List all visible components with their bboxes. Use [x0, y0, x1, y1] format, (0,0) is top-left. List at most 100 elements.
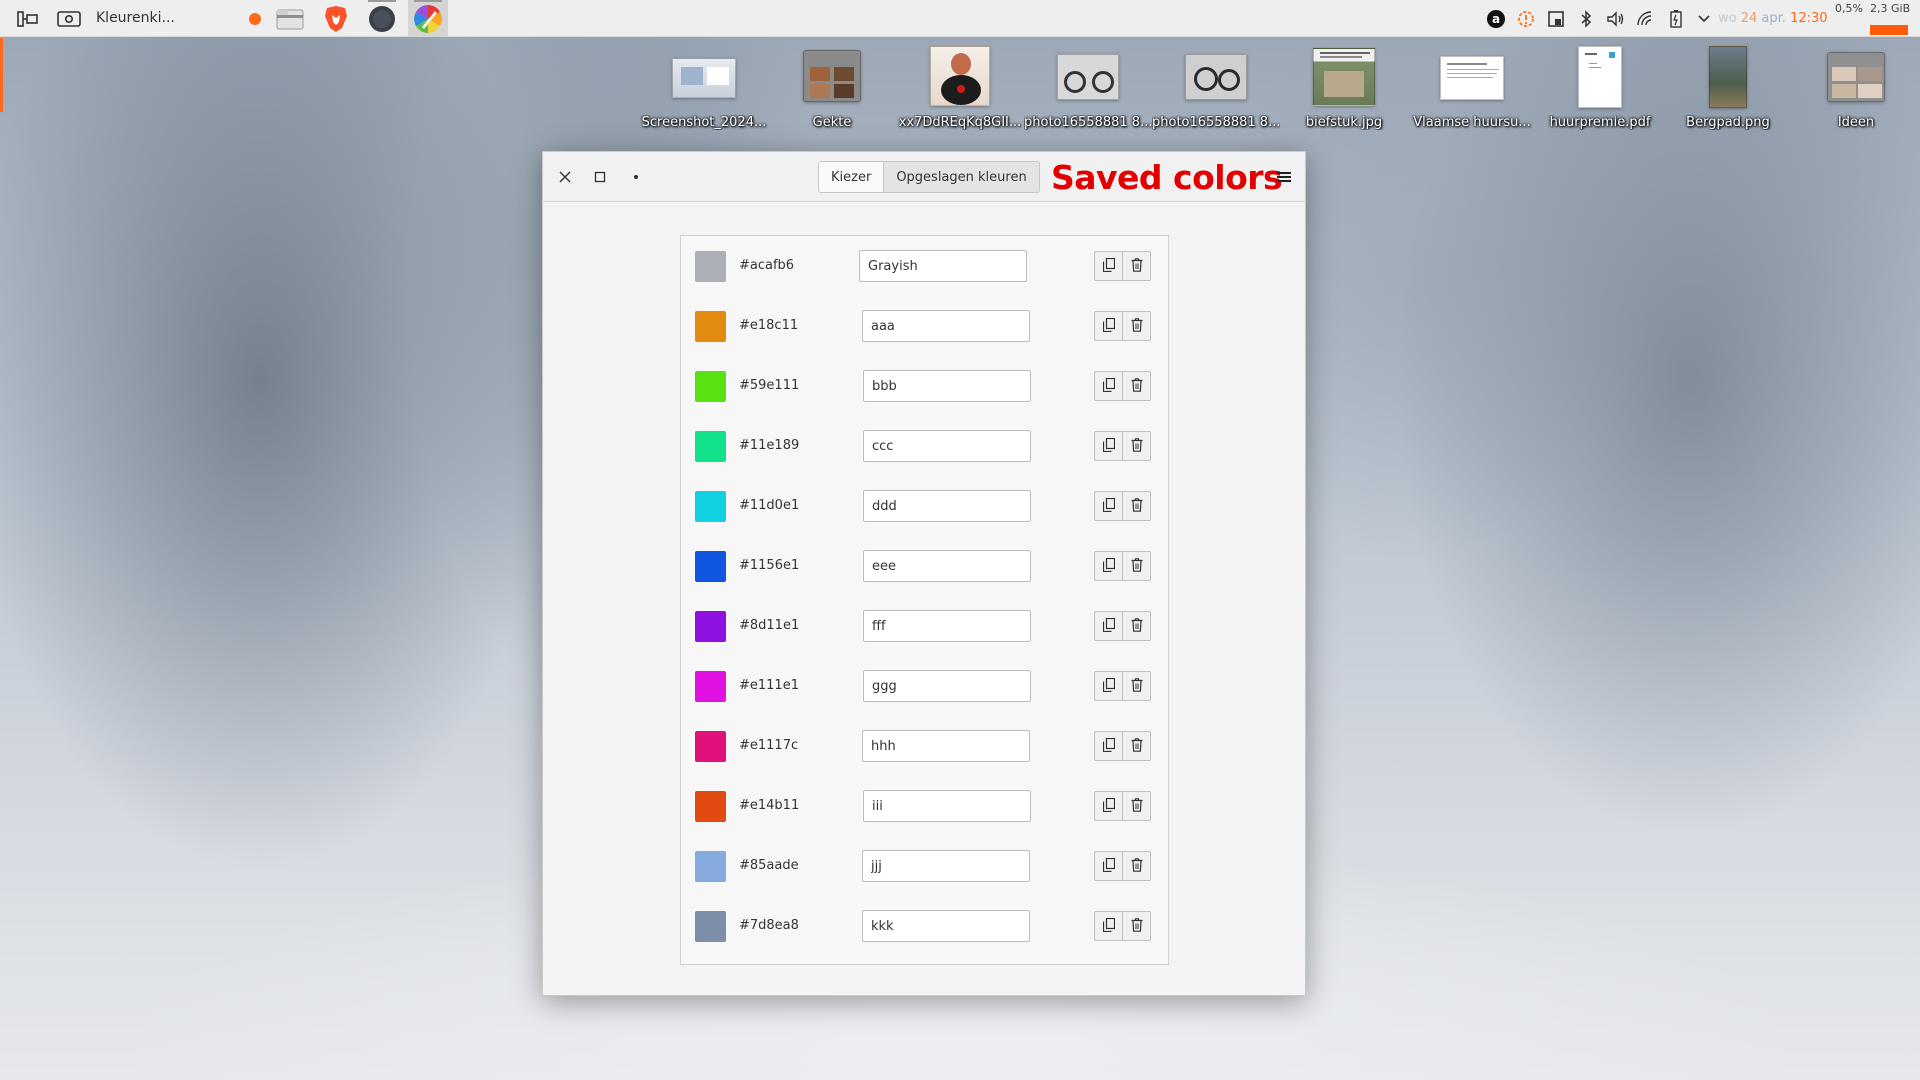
color-swatch[interactable]	[695, 911, 726, 942]
color-name-input[interactable]	[863, 550, 1031, 582]
copy-color-button[interactable]	[1094, 611, 1123, 641]
color-name-input[interactable]	[862, 310, 1030, 342]
color-swatch[interactable]	[695, 431, 726, 462]
network-wifi-icon[interactable]	[1635, 8, 1657, 30]
desktop-icon-bergpad[interactable]: Bergpad.png	[1664, 44, 1792, 134]
desktop-icon-biefstuk[interactable]: biefstuk.jpg	[1280, 44, 1408, 134]
update-notifier-icon[interactable]	[1515, 8, 1537, 30]
delete-color-button[interactable]	[1122, 371, 1151, 401]
memory-usage[interactable]: 2,3 GiB	[1870, 2, 1910, 15]
clipboard-tray-icon[interactable]	[1545, 8, 1567, 30]
color-row: #8d11e1	[681, 596, 1168, 656]
color-name-input[interactable]	[862, 730, 1030, 762]
copy-color-button[interactable]	[1094, 551, 1123, 581]
copy-color-button[interactable]	[1094, 431, 1123, 461]
folder-icon	[276, 9, 304, 29]
color-name-input[interactable]	[863, 490, 1031, 522]
desktop-icon-photo-bike-1[interactable]: photo16558881 8...	[1024, 44, 1152, 134]
desktop-icon-photo-bike-2[interactable]: photo16558881 8...	[1152, 44, 1280, 134]
firefox-indicator-icon[interactable]	[248, 12, 262, 26]
brave-browser-launcher[interactable]	[316, 0, 356, 37]
panel-accent	[0, 38, 3, 112]
color-name-input[interactable]	[862, 910, 1030, 942]
desktop-icon-screenshot[interactable]: Screenshot_2024...	[640, 44, 768, 134]
delete-color-button[interactable]	[1122, 671, 1151, 701]
minimize-icon[interactable]	[625, 166, 647, 188]
desktop-icon-ideen[interactable]: Ideen	[1792, 44, 1920, 134]
delete-color-button[interactable]	[1122, 851, 1151, 881]
delete-color-button[interactable]	[1122, 491, 1151, 521]
copy-icon	[1102, 677, 1115, 696]
color-name-input[interactable]	[863, 790, 1031, 822]
volume-icon[interactable]	[1605, 8, 1627, 30]
color-swatch[interactable]	[695, 311, 726, 342]
hamburger-menu-icon[interactable]	[1273, 166, 1295, 188]
photo-thumbnail-icon	[930, 46, 990, 106]
delete-color-button[interactable]	[1122, 551, 1151, 581]
bluetooth-icon[interactable]	[1575, 8, 1597, 30]
color-picker-launcher[interactable]	[408, 0, 448, 37]
copy-color-button[interactable]	[1094, 731, 1123, 761]
color-swatch[interactable]	[695, 611, 726, 642]
accessibility-icon[interactable]: a	[1485, 8, 1507, 30]
color-name-input[interactable]	[863, 670, 1031, 702]
clock[interactable]: wo 24 apr. 12:30	[1718, 11, 1828, 26]
tab-kiezer[interactable]: Kiezer	[819, 162, 883, 192]
copy-color-button[interactable]	[1094, 791, 1123, 821]
color-name-input[interactable]	[863, 370, 1031, 402]
color-swatch[interactable]	[695, 791, 726, 822]
desktop-icon-label: biefstuk.jpg	[1305, 115, 1383, 130]
copy-color-button[interactable]	[1094, 311, 1123, 341]
delete-color-button[interactable]	[1122, 311, 1151, 341]
copy-color-button[interactable]	[1094, 371, 1123, 401]
color-name-input[interactable]	[862, 850, 1030, 882]
color-picker-window: Kiezer Opgeslagen kleuren Saved colors #…	[542, 151, 1306, 996]
battery-icon[interactable]	[1665, 8, 1687, 30]
desktop-icon-label: photo16558881 8...	[1152, 115, 1280, 130]
delete-color-button[interactable]	[1122, 611, 1151, 641]
color-swatch[interactable]	[695, 551, 726, 582]
desktop-icon-photo-woman[interactable]: xx7DdREqKq8GII...	[896, 44, 1024, 134]
dark-app-launcher[interactable]	[362, 0, 402, 37]
color-swatch[interactable]	[695, 251, 726, 282]
delete-color-button[interactable]	[1122, 791, 1151, 821]
color-swatch[interactable]	[695, 851, 726, 882]
close-icon[interactable]	[554, 166, 576, 188]
cpu-usage[interactable]: 0,5%	[1835, 2, 1863, 15]
color-swatch[interactable]	[695, 491, 726, 522]
delete-color-button[interactable]	[1122, 731, 1151, 761]
active-app-title[interactable]: Kleurenki...	[96, 10, 175, 26]
delete-color-button[interactable]	[1122, 911, 1151, 941]
copy-color-button[interactable]	[1094, 851, 1123, 881]
delete-color-button[interactable]	[1122, 251, 1151, 281]
view-switcher: Kiezer Opgeslagen kleuren	[818, 161, 1040, 193]
color-name-input[interactable]	[863, 430, 1031, 462]
workspace-switcher-icon[interactable]	[16, 8, 40, 30]
window-titlebar[interactable]: Kiezer Opgeslagen kleuren Saved colors	[543, 152, 1305, 202]
copy-color-button[interactable]	[1094, 911, 1123, 941]
maximize-icon[interactable]	[589, 166, 611, 188]
color-swatch[interactable]	[695, 671, 726, 702]
copy-color-button[interactable]	[1094, 251, 1123, 281]
color-swatch[interactable]	[695, 731, 726, 762]
color-swatch[interactable]	[695, 371, 726, 402]
chevron-down-icon[interactable]	[1693, 8, 1715, 30]
color-hex-value: #59e111	[739, 378, 800, 393]
color-hex-value: #11d0e1	[739, 498, 800, 513]
color-row: #e1117c	[681, 716, 1168, 776]
desktop-icon-huurpremie-pdf[interactable]: huurpremie.pdf	[1536, 44, 1664, 134]
desktop-icon-gekte[interactable]: Gekte	[768, 44, 896, 134]
color-name-input[interactable]	[859, 250, 1027, 282]
copy-color-button[interactable]	[1094, 671, 1123, 701]
file-manager-launcher[interactable]	[270, 0, 310, 37]
copy-icon	[1102, 557, 1115, 576]
color-name-input[interactable]	[863, 610, 1031, 642]
color-hex-value: #acafb6	[739, 258, 795, 273]
color-row: #e14b11	[681, 776, 1168, 836]
desktop-icon-label: Gekte	[812, 115, 852, 130]
copy-color-button[interactable]	[1094, 491, 1123, 521]
screenshot-app-icon[interactable]	[56, 8, 82, 30]
desktop-icon-vlaamse-huursubsidie[interactable]: Vlaamse huursu...	[1408, 44, 1536, 134]
tab-opgeslagen-kleuren[interactable]: Opgeslagen kleuren	[883, 162, 1039, 192]
delete-color-button[interactable]	[1122, 431, 1151, 461]
